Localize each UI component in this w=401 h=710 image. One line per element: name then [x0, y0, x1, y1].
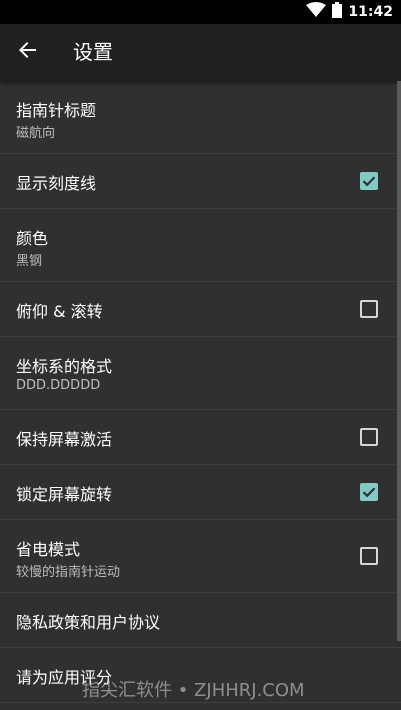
scrollbar[interactable] — [397, 81, 401, 641]
setting-privacy-policy[interactable]: 隐私政策和用户协议 — [0, 593, 401, 648]
setting-title: 俯仰 & 滚转 — [16, 302, 103, 321]
wifi-icon — [306, 2, 327, 22]
setting-color[interactable]: 颜色 黑钢 — [0, 209, 401, 282]
setting-show-ticks[interactable]: 显示刻度线 — [0, 154, 401, 209]
setting-title: 隐私政策和用户协议 — [16, 613, 161, 632]
setting-compass-heading[interactable]: 指南针标题 磁航向 — [0, 81, 401, 154]
setting-title: 颜色 — [16, 229, 49, 248]
watermark: 指尖汇软件 • ZJHHRJ.COM — [82, 680, 305, 701]
setting-lock-rotation[interactable]: 锁定屏幕旋转 — [0, 465, 401, 520]
setting-title: 锁定屏幕旋转 — [16, 485, 113, 504]
pitch-roll-checkbox[interactable] — [360, 300, 378, 318]
setting-summary: 较慢的指南针运动 — [16, 565, 121, 580]
setting-title: 坐标系的格式 — [16, 357, 113, 376]
power-saving-checkbox[interactable] — [360, 547, 378, 565]
setting-summary: 磁航向 — [16, 126, 56, 141]
settings-list: 指南针标题 磁航向 显示刻度线 颜色 黑钢 俯仰 & 滚转 坐标系的格式 DDD… — [0, 81, 401, 703]
setting-power-saving[interactable]: 省电模式 较慢的指南针运动 — [0, 520, 401, 593]
setting-title: 指南针标题 — [16, 101, 97, 120]
setting-keep-screen-on[interactable]: 保持屏幕激活 — [0, 410, 401, 465]
setting-summary: 黑钢 — [16, 254, 43, 269]
show-ticks-checkbox[interactable] — [360, 172, 378, 190]
setting-title: 保持屏幕激活 — [16, 430, 113, 449]
battery-icon — [332, 2, 343, 22]
arrow-back-icon — [19, 41, 37, 63]
toolbar: 设置 — [0, 24, 401, 81]
status-bar: 11:42 — [0, 0, 401, 24]
back-button[interactable] — [4, 28, 52, 76]
setting-title: 显示刻度线 — [16, 174, 97, 193]
page-title: 设置 — [73, 40, 113, 64]
keep-screen-on-checkbox[interactable] — [360, 428, 378, 446]
setting-pitch-roll[interactable]: 俯仰 & 滚转 — [0, 282, 401, 337]
setting-coordinate-format[interactable]: 坐标系的格式 DDD.DDDDD — [0, 337, 401, 410]
lock-rotation-checkbox[interactable] — [360, 483, 378, 501]
setting-title: 省电模式 — [16, 540, 81, 559]
status-time: 11:42 — [348, 4, 393, 20]
setting-summary: DDD.DDDDD — [16, 378, 101, 393]
